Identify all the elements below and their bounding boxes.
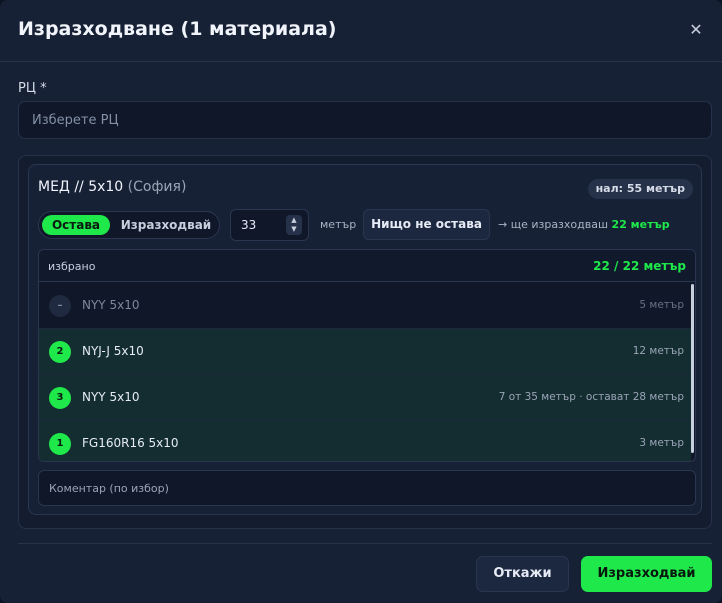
- comment-input[interactable]: [38, 470, 696, 506]
- footer-divider: [18, 543, 712, 544]
- consume-note-amount: 22 метър: [611, 218, 670, 231]
- source-list: избрано 22 / 22 метър – NYY 5x10 5 метър…: [38, 249, 696, 462]
- cancel-button[interactable]: Откажи: [476, 556, 569, 592]
- list-item[interactable]: 3 NYY 5x10 7 от 35 метър · остават 28 ме…: [39, 375, 691, 421]
- list-item-name: FG160R16 5x10: [82, 436, 179, 450]
- dialog-header: Изразходване (1 материала) ✕: [0, 0, 722, 62]
- quantity-value[interactable]: 33: [241, 218, 256, 232]
- mode-consume-option[interactable]: Изразходвай: [119, 215, 213, 235]
- list-item-detail: 3 метър: [639, 437, 684, 449]
- material-title: МЕД // 5x10 (София): [38, 179, 186, 195]
- dialog-title: Изразходване (1 материала): [18, 18, 337, 40]
- selected-label: избрано: [48, 260, 96, 273]
- order-badge: 3: [49, 387, 71, 409]
- consume-note-prefix: → ще изразходваш: [498, 218, 609, 231]
- order-badge: 2: [49, 341, 71, 363]
- rc-select-input[interactable]: [18, 101, 712, 139]
- material-city: (София): [127, 179, 187, 195]
- order-badge: –: [49, 295, 71, 317]
- list-item[interactable]: 1 FG160R16 5x10 3 метър: [39, 421, 691, 461]
- list-item[interactable]: 2 NYJ-J 5x10 12 метър: [39, 329, 691, 375]
- quantity-stepper[interactable]: 33 ▲ ▼: [230, 209, 309, 241]
- mode-toggle: Остава Изразходвай: [38, 211, 220, 239]
- material-name: МЕД // 5x10: [38, 179, 124, 195]
- chevron-up-down-icon[interactable]: ▲ ▼: [286, 215, 302, 235]
- list-item-detail: 7 от 35 метър · остават 28 метър: [498, 391, 684, 403]
- material-card: МЕД // 5x10 (София) нал: 55 метър Остава…: [28, 164, 702, 515]
- list-item-detail: 5 метър: [639, 299, 684, 311]
- list-item-name: NYY 5x10: [82, 390, 140, 404]
- source-list-header: избрано 22 / 22 метър: [39, 250, 695, 282]
- stock-badge: нал: 55 метър: [587, 179, 693, 199]
- mode-remain-option[interactable]: Остава: [42, 215, 110, 235]
- close-icon[interactable]: ✕: [685, 19, 707, 41]
- consume-note: → ще изразходваш 22 метър: [498, 218, 670, 231]
- list-scrollbar[interactable]: [691, 284, 694, 453]
- nothing-left-button[interactable]: Нищо не остава: [363, 209, 490, 240]
- consume-dialog: Изразходване (1 материала) ✕ РЦ * МЕД //…: [0, 0, 722, 603]
- list-item-name: NYJ-J 5x10: [82, 344, 144, 358]
- materials-container: МЕД // 5x10 (София) нал: 55 метър Остава…: [18, 155, 712, 529]
- rc-label: РЦ *: [18, 81, 47, 96]
- list-item-detail: 12 метър: [632, 345, 684, 357]
- unit-label: метър: [320, 218, 357, 231]
- consume-button[interactable]: Изразходвай: [581, 556, 712, 592]
- selected-total: 22 / 22 метър: [593, 259, 686, 273]
- list-item-name: NYY 5x10: [82, 298, 140, 312]
- list-item[interactable]: – NYY 5x10 5 метър: [39, 283, 691, 329]
- order-badge: 1: [49, 433, 71, 455]
